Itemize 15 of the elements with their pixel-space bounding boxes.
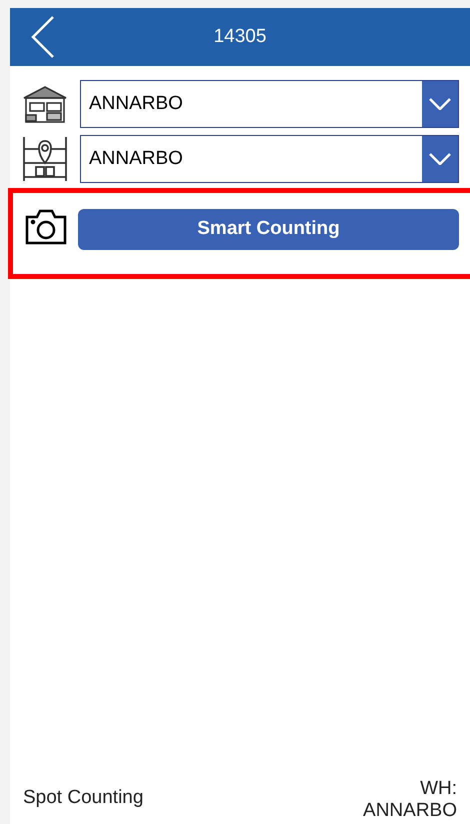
camera-icon	[24, 209, 66, 245]
wh-value: ANNARBO	[363, 800, 457, 822]
warehouse-icon	[22, 84, 68, 124]
dropdown-value: ANNARBO	[88, 146, 184, 171]
chevron-down-icon	[429, 153, 451, 165]
shelf-pin-icon	[21, 135, 69, 183]
dropdown-value: ANNARBO	[88, 92, 184, 116]
mode-label: Spot Counting	[23, 786, 144, 810]
dropdown-field[interactable]: ANNARBO	[80, 135, 459, 183]
back-icon	[30, 15, 56, 59]
page-title: 14305	[214, 24, 266, 49]
wh-label: WH:	[420, 778, 457, 800]
smart-counting-button[interactable]: Smart Counting	[78, 209, 459, 250]
dropdown-field[interactable]: ANNARBO	[80, 80, 459, 128]
chevron-down-icon	[429, 98, 451, 110]
